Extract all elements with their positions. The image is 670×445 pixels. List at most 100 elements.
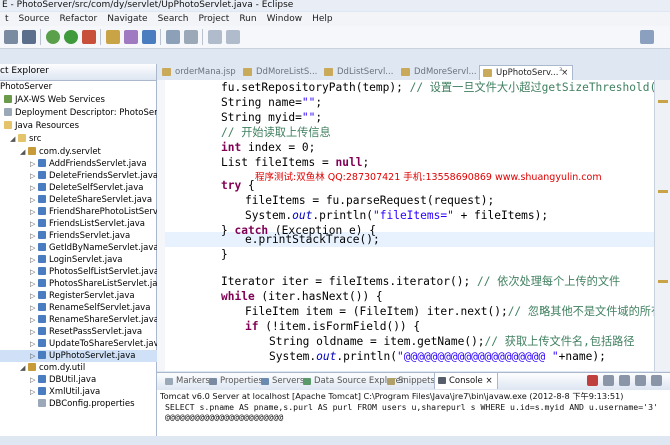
- collapse-arrow-icon[interactable]: ▷: [30, 194, 38, 206]
- code-line: if (!item.isFormField()) {: [245, 320, 421, 333]
- back-icon[interactable]: [208, 30, 222, 44]
- console-line: @@@@@@@@@@@@@@@@@@@@@@@@: [165, 412, 284, 422]
- tab-console[interactable]: Console ×: [434, 373, 498, 389]
- descriptor-icon: [4, 108, 12, 116]
- tree-item-src[interactable]: ◢ src: [0, 133, 166, 145]
- tree-item-java-resources[interactable]: Java Resources: [0, 120, 160, 132]
- clear-console-icon[interactable]: [619, 375, 630, 386]
- watermark-text: 程序测试:双鱼林 QQ:287307421 手机:13558690869 www…: [255, 172, 602, 183]
- java-file-icon: [38, 207, 46, 215]
- menu-source[interactable]: Source: [14, 14, 55, 24]
- java-file-icon: [401, 68, 410, 76]
- java-file-icon: [38, 231, 46, 239]
- collapse-arrow-icon[interactable]: ▷: [30, 254, 38, 266]
- collapse-arrow-icon[interactable]: ▷: [30, 314, 38, 326]
- tree-item-package-servlet[interactable]: ◢ com.dy.servlet: [0, 146, 176, 158]
- tree-item-package-util[interactable]: ◢ com.dy.util: [0, 362, 176, 374]
- code-line: fileItems = fu.parseRequest(request);: [245, 194, 495, 207]
- tab-snippets[interactable]: Snippets: [387, 376, 435, 386]
- collapse-arrow-icon[interactable]: ▷: [30, 278, 38, 290]
- collapse-arrow-icon[interactable]: ▷: [30, 338, 38, 350]
- window-title-bar: E - PhotoServer/src/com/dy/servlet/UpPho…: [0, 0, 670, 11]
- run-icon[interactable]: [64, 30, 78, 44]
- ruler-marker[interactable]: [658, 100, 668, 103]
- collapse-arrow-icon[interactable]: ▷: [30, 266, 38, 278]
- editor-tab-bar: orderMana.jsp DdMoreListS... DdListServl…: [157, 64, 670, 81]
- menu-navigate[interactable]: Navigate: [102, 14, 152, 24]
- java-file-icon: [38, 171, 46, 179]
- toolbar-separator: [160, 29, 161, 45]
- external-tools-icon[interactable]: [82, 30, 96, 44]
- console-header: Tomcat v6.0 Server at localhost [Apache …: [160, 391, 624, 401]
- collapse-arrow-icon[interactable]: ▷: [30, 230, 38, 242]
- tab-ddmorelist[interactable]: DdMoreListS...: [240, 65, 317, 79]
- forward-icon[interactable]: [226, 30, 240, 44]
- tab-markers[interactable]: Markers: [165, 376, 210, 386]
- bottom-panel-tabs: Markers Properties Servers Data Source E…: [157, 372, 670, 391]
- menu-run[interactable]: Run: [234, 14, 261, 24]
- menu-refactor[interactable]: Refactor: [54, 14, 102, 24]
- close-icon[interactable]: ×: [485, 376, 492, 386]
- java-file-icon: [38, 303, 46, 311]
- console-output[interactable]: Tomcat v6.0 Server at localhost [Apache …: [157, 390, 670, 436]
- open-type-icon[interactable]: [166, 30, 180, 44]
- collapse-arrow-icon[interactable]: ▷: [30, 218, 38, 230]
- collapse-arrow-icon[interactable]: ▷: [30, 302, 38, 314]
- collapse-arrow-icon[interactable]: ▷: [30, 182, 38, 194]
- menu-window[interactable]: Window: [262, 14, 308, 24]
- tab-ddmoreservl[interactable]: DdMoreServl...: [398, 65, 477, 79]
- code-line: String myid="";: [221, 111, 323, 124]
- collapse-arrow-icon[interactable]: ▷: [30, 386, 38, 398]
- collapse-arrow-icon[interactable]: ▷: [30, 326, 38, 338]
- collapse-arrow-icon[interactable]: ▷: [30, 242, 38, 254]
- remove-launch-icon[interactable]: [603, 375, 614, 386]
- servers-icon: [261, 378, 269, 385]
- java-file-icon: [38, 279, 46, 287]
- collapse-arrow-icon[interactable]: ▷: [30, 158, 38, 170]
- display-console-icon[interactable]: [651, 375, 662, 386]
- collapse-arrow-icon[interactable]: ▷: [30, 374, 38, 386]
- project-explorer-header: ct Explorer: [0, 64, 156, 81]
- new-java-project-icon[interactable]: [106, 30, 120, 44]
- expand-icon[interactable]: ◢: [10, 133, 18, 145]
- tab-ddlistservl[interactable]: DdListServl...: [321, 65, 393, 79]
- tree-item-project[interactable]: PhotoServer: [0, 81, 156, 93]
- expand-icon[interactable]: ◢: [20, 146, 28, 158]
- datasource-icon: [303, 378, 311, 385]
- search-icon[interactable]: [184, 30, 198, 44]
- save-icon[interactable]: [22, 30, 36, 44]
- menu-search[interactable]: Search: [153, 14, 194, 24]
- tab-overflow[interactable]: ³: [555, 65, 562, 79]
- perspective-icon[interactable]: [640, 30, 654, 44]
- tree-item-deployment[interactable]: Deployment Descriptor: PhotoServe: [0, 107, 160, 119]
- tab-servers[interactable]: Servers: [261, 376, 304, 386]
- tab-ordermana[interactable]: orderMana.jsp: [159, 65, 236, 79]
- new-icon[interactable]: [4, 30, 18, 44]
- code-editor[interactable]: fu.setRepositoryPath(temp); // 设置一旦文件大小超…: [157, 80, 654, 371]
- tab-properties[interactable]: Properties: [209, 376, 263, 386]
- console-line: SELECT s.pname AS pname,s.purl AS purl F…: [165, 402, 658, 412]
- tree-item-jaxws[interactable]: JAX-WS Web Services: [0, 94, 160, 106]
- collapse-arrow-icon[interactable]: ▷: [30, 206, 38, 218]
- webservice-icon: [4, 95, 12, 103]
- new-package-icon[interactable]: [124, 30, 138, 44]
- package-icon: [28, 147, 36, 155]
- java-file-icon: [38, 327, 46, 335]
- collapse-arrow-icon[interactable]: ▷: [30, 170, 38, 182]
- collapse-arrow-icon[interactable]: ▷: [30, 290, 38, 302]
- overview-ruler[interactable]: [654, 80, 670, 371]
- ruler-marker[interactable]: [658, 190, 668, 193]
- java-file-icon: [38, 351, 46, 359]
- menu-project[interactable]: Project: [194, 14, 235, 24]
- debug-icon[interactable]: [46, 30, 60, 44]
- new-class-icon[interactable]: [142, 30, 156, 44]
- scroll-lock-icon[interactable]: [635, 375, 646, 386]
- menu-file[interactable]: t: [0, 14, 14, 24]
- java-file-icon: [38, 315, 46, 323]
- expand-icon[interactable]: ◢: [20, 362, 28, 374]
- terminate-icon[interactable]: [587, 375, 598, 386]
- ruler-marker[interactable]: [658, 280, 668, 283]
- collapse-arrow-icon[interactable]: ▷: [30, 350, 38, 362]
- code-line: }: [221, 248, 228, 261]
- menu-help[interactable]: Help: [307, 14, 338, 24]
